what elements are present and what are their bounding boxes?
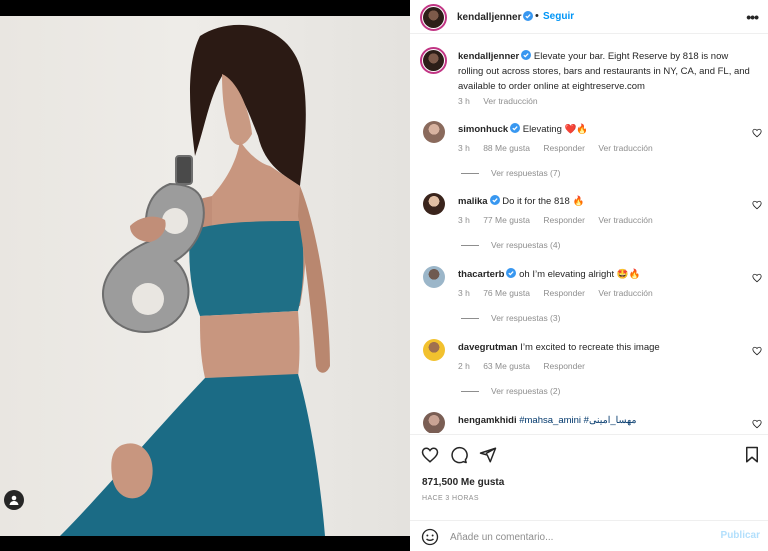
view-replies-button[interactable]: Ver respuestas (2) <box>461 386 560 396</box>
caption-translate-link[interactable]: Ver traducción <box>483 96 537 106</box>
comment-meta: 2 h 63 Me gusta Responder <box>458 361 596 371</box>
comment-text: simonhuck Elevating ❤️🔥 <box>458 123 748 136</box>
comment-body: oh I’m elevating alright 🤩🔥 <box>519 269 641 280</box>
verified-badge-icon <box>506 268 517 278</box>
comment-avatar[interactable] <box>423 412 445 433</box>
comment-body: I’m excited to recreate this image <box>520 342 660 353</box>
comment-text: hengamkhidi #mahsa_amini #مهسا_امینی <box>458 414 748 427</box>
verified-badge-icon <box>523 11 534 21</box>
paper-plane-icon <box>479 447 497 463</box>
comment-meta: 3 h 77 Me gusta Responder Ver traducción <box>458 215 664 225</box>
comment-username[interactable]: davegrutman <box>458 342 518 353</box>
comment-avatar[interactable] <box>423 266 445 288</box>
comment-text: malika Do it for the 818 🔥 <box>458 195 748 208</box>
comment-username[interactable]: thacarterb <box>458 269 504 280</box>
comment-time[interactable]: 3 h <box>458 143 470 153</box>
comment-time[interactable]: 3 h <box>458 288 470 298</box>
comment-button[interactable] <box>450 446 468 464</box>
view-replies-button[interactable]: Ver respuestas (3) <box>461 313 560 323</box>
comment-like-icon[interactable] <box>752 346 762 356</box>
caption-avatar[interactable] <box>420 47 447 74</box>
comment-likes[interactable]: 77 Me gusta <box>483 215 530 225</box>
comment-avatar[interactable] <box>423 193 445 215</box>
like-button[interactable] <box>421 446 439 464</box>
comment-likes[interactable]: 63 Me gusta <box>483 361 530 371</box>
comment-username[interactable]: hengamkhidi <box>458 415 517 426</box>
post-actions: 871,500 Me gusta HACE 3 HORAS Publicar <box>410 434 768 551</box>
follow-button[interactable]: Seguir <box>543 11 574 22</box>
comment-username[interactable]: malika <box>458 196 488 207</box>
user-tag-button[interactable] <box>4 490 24 510</box>
author-username[interactable]: kendalljenner <box>457 11 534 23</box>
reply-button[interactable]: Responder <box>543 143 585 153</box>
share-button[interactable] <box>479 446 497 464</box>
comment-like-icon[interactable] <box>752 128 762 138</box>
user-tag-icon <box>9 495 19 505</box>
caption-time[interactable]: 3 h <box>458 96 470 106</box>
post-time[interactable]: HACE 3 HORAS <box>422 495 479 502</box>
comment-avatar[interactable] <box>423 121 445 143</box>
caption-text: kendalljenner Elevate your bar. Eight Re… <box>458 49 754 94</box>
comment-bubble-icon <box>451 446 468 464</box>
comment-like-icon[interactable] <box>752 419 762 429</box>
separator-dot: • <box>535 10 539 22</box>
comment-likes[interactable]: 88 Me gusta <box>483 143 530 153</box>
comment-avatar[interactable] <box>423 339 445 361</box>
comment-body: Do it for the 818 🔥 <box>502 196 585 207</box>
view-replies-button[interactable]: Ver respuestas (7) <box>461 168 560 178</box>
post-photo[interactable] <box>0 16 410 536</box>
comment-username[interactable]: simonhuck <box>458 124 508 135</box>
comment-body: Elevating ❤️🔥 <box>522 124 589 135</box>
post-header: kendalljenner • Seguir ••• <box>410 0 768 34</box>
save-button[interactable] <box>743 446 761 464</box>
comment-meta: 3 h 76 Me gusta Responder Ver traducción <box>458 288 664 298</box>
post-media[interactable] <box>0 0 410 551</box>
reply-button[interactable]: Responder <box>543 361 585 371</box>
reply-button[interactable]: Responder <box>543 215 585 225</box>
smiley-icon[interactable] <box>421 528 439 546</box>
comment-like-icon[interactable] <box>752 273 762 283</box>
more-options-button[interactable]: ••• <box>746 9 759 25</box>
reply-button[interactable]: Responder <box>543 288 585 298</box>
publish-button[interactable]: Publicar <box>721 530 760 541</box>
comment-composer: Publicar <box>410 520 768 551</box>
author-avatar[interactable] <box>420 4 447 31</box>
caption-meta: 3 h Ver traducción <box>458 96 549 106</box>
bookmark-icon <box>746 446 758 463</box>
model-with-bottle-image <box>60 24 330 536</box>
comment-translate-link[interactable]: Ver traducción <box>598 215 652 225</box>
comment-meta: 3 h 88 Me gusta Responder Ver traducción <box>458 143 664 153</box>
comment-hashtags[interactable]: #mahsa_amini #مهسا_امینی <box>519 415 636 426</box>
comment-text: davegrutman I’m excited to recreate this… <box>458 341 748 354</box>
likes-count[interactable]: 871,500 Me gusta <box>422 477 504 488</box>
comment-translate-link[interactable]: Ver traducción <box>598 288 652 298</box>
comment-translate-link[interactable]: Ver traducción <box>598 143 652 153</box>
comment-time[interactable]: 3 h <box>458 215 470 225</box>
verified-badge-icon <box>521 50 532 60</box>
comments-list[interactable]: kendalljenner Elevate your bar. Eight Re… <box>410 35 768 433</box>
post-details-panel: kendalljenner • Seguir ••• kendalljenner… <box>410 0 768 551</box>
heart-outline-icon <box>421 447 439 463</box>
view-replies-button[interactable]: Ver respuestas (4) <box>461 240 560 250</box>
comment-likes[interactable]: 76 Me gusta <box>483 288 530 298</box>
comment-input[interactable] <box>450 528 710 546</box>
verified-badge-icon <box>489 195 500 205</box>
comment-like-icon[interactable] <box>752 200 762 210</box>
author-username-text[interactable]: kendalljenner <box>457 12 521 23</box>
comment-time[interactable]: 2 h <box>458 361 470 371</box>
verified-badge-icon <box>510 123 521 133</box>
comment-text: thacarterb oh I’m elevating alright 🤩🔥 <box>458 268 748 281</box>
caption-username[interactable]: kendalljenner <box>458 51 519 62</box>
